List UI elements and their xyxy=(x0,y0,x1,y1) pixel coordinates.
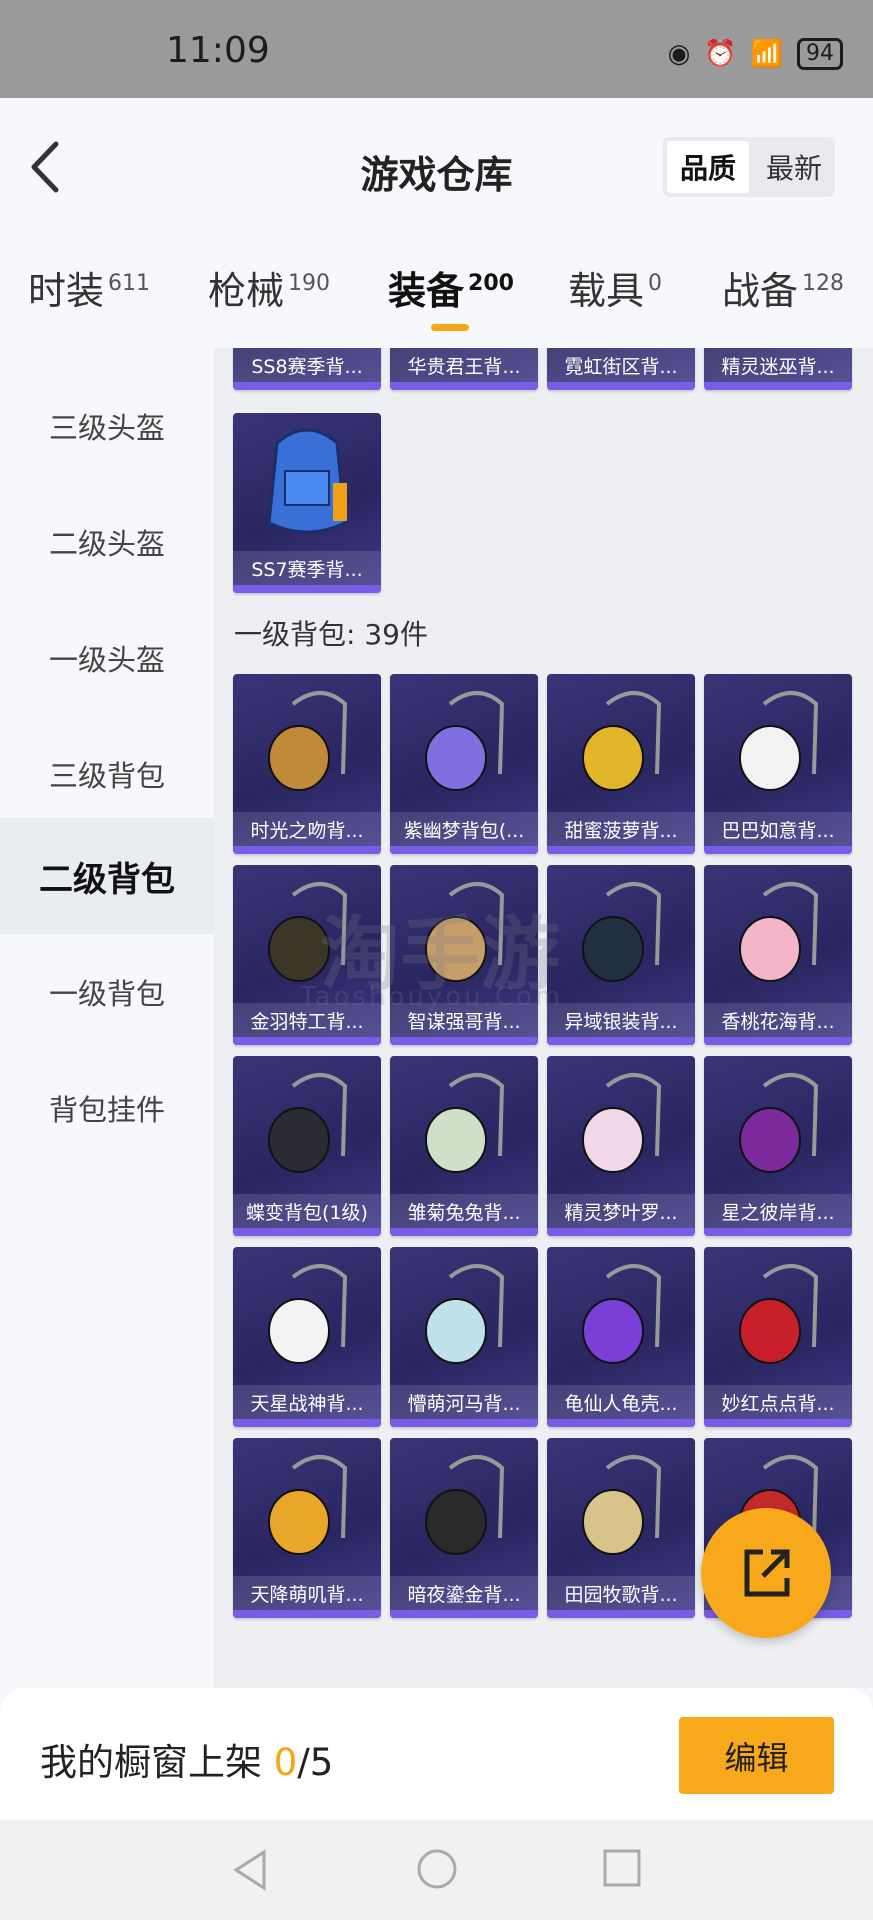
tab-vehicles[interactable]: 载具 0 xyxy=(568,260,662,315)
sidebar-item-helmet-lv2[interactable]: 二级头盔 xyxy=(0,484,214,600)
backpack-image xyxy=(582,691,662,791)
item-card[interactable]: 妙红点点背... xyxy=(704,1247,852,1427)
item-card[interactable]: 精灵梦叶罗... xyxy=(547,1056,695,1236)
item-name: 暗夜鎏金背... xyxy=(390,1576,538,1610)
item-grid: SS8赛季背... 华贵君王背... 霓虹街区背... 精灵迷巫背... SS7… xyxy=(214,348,873,1688)
item-card[interactable]: SS7赛季背... xyxy=(233,413,381,593)
item-name: 异域银装背... xyxy=(547,1003,695,1037)
backpack-image xyxy=(425,691,505,791)
item-card[interactable]: 田园牧歌背... xyxy=(547,1438,695,1618)
item-name: 精灵梦叶罗... xyxy=(547,1194,695,1228)
item-name: 华贵君王背... xyxy=(390,348,538,382)
item-card[interactable]: 蝶变背包(1级) xyxy=(233,1056,381,1236)
item-card[interactable]: 香桃花海背... xyxy=(704,865,852,1045)
item-card[interactable]: 异域银装背... xyxy=(547,865,695,1045)
item-name: 巴巴如意背... xyxy=(704,812,852,846)
item-name: SS8赛季背... xyxy=(233,348,381,382)
nav-recents-icon[interactable] xyxy=(602,1848,642,1888)
backpack-image xyxy=(582,882,662,982)
item-card[interactable]: 雏菊兔兔背... xyxy=(390,1056,538,1236)
item-name: 田园牧歌背... xyxy=(547,1576,695,1610)
item-card[interactable]: 龟仙人龟壳... xyxy=(547,1247,695,1427)
item-name: 星之彼岸背... xyxy=(704,1194,852,1228)
item-name: 甜蜜菠萝背... xyxy=(547,812,695,846)
sidebar-item-helmet-lv3[interactable]: 三级头盔 xyxy=(0,368,214,484)
wifi-icon: 📶 xyxy=(750,39,783,69)
item-name: 天降萌叽背... xyxy=(233,1576,381,1610)
item-name: 霓虹街区背... xyxy=(547,348,695,382)
item-name: 精灵迷巫背... xyxy=(704,348,852,382)
backpack-image xyxy=(582,1073,662,1173)
backpack-image xyxy=(425,1455,505,1555)
showcase-status: 我的橱窗上架 0/5 xyxy=(40,1741,334,1784)
sort-toggle: 品质 最新 xyxy=(663,137,835,197)
tab-fashion[interactable]: 时装 611 xyxy=(28,260,150,315)
system-nav-bar xyxy=(0,1820,873,1920)
item-name: 蝶变背包(1级) xyxy=(233,1194,381,1228)
share-fab[interactable] xyxy=(701,1508,831,1638)
sort-quality-button[interactable]: 品质 xyxy=(667,141,749,193)
item-card[interactable]: 甜蜜菠萝背... xyxy=(547,674,695,854)
item-card[interactable]: 星之彼岸背... xyxy=(704,1056,852,1236)
sidebar: 三级头盔 二级头盔 一级头盔 三级背包 二级背包 一级背包 背包挂件 xyxy=(0,348,214,1688)
backpack-image xyxy=(739,691,819,791)
item-name: 懵萌河马背... xyxy=(390,1385,538,1419)
item-name: 妙红点点背... xyxy=(704,1385,852,1419)
backpack-image xyxy=(267,428,347,534)
item-name: 时光之吻背... xyxy=(233,812,381,846)
backpack-image xyxy=(582,1455,662,1555)
item-card[interactable]: 天降萌叽背... xyxy=(233,1438,381,1618)
backpack-image xyxy=(425,1073,505,1173)
item-name: 天星战神背... xyxy=(233,1385,381,1419)
item-name: 雏菊兔兔背... xyxy=(390,1194,538,1228)
backpack-image xyxy=(268,691,348,791)
item-name: 紫幽梦背包(... xyxy=(390,812,538,846)
item-name: SS7赛季背... xyxy=(233,551,381,585)
backpack-image xyxy=(268,1455,348,1555)
item-card[interactable]: 天星战神背... xyxy=(233,1247,381,1427)
item-card[interactable]: 时光之吻背... xyxy=(233,674,381,854)
tab-supplies[interactable]: 战备 128 xyxy=(722,260,844,315)
item-card[interactable]: 暗夜鎏金背... xyxy=(390,1438,538,1618)
clock: 11:09 xyxy=(166,30,270,71)
item-card[interactable]: 紫幽梦背包(... xyxy=(390,674,538,854)
nav-home-icon[interactable] xyxy=(416,1848,458,1890)
backpack-image xyxy=(739,1264,819,1364)
section-title: 一级背包: 39件 xyxy=(234,618,428,651)
nav-back-icon[interactable] xyxy=(230,1848,270,1892)
item-name: 香桃花海背... xyxy=(704,1003,852,1037)
sidebar-item-backpack-charm[interactable]: 背包挂件 xyxy=(0,1050,214,1166)
item-card[interactable]: 霓虹街区背... xyxy=(547,348,695,390)
eye-icon: ◉ xyxy=(667,39,691,69)
backpack-image xyxy=(582,1264,662,1364)
sidebar-item-backpack-lv1[interactable]: 一级背包 xyxy=(0,934,214,1050)
sidebar-item-backpack-lv2[interactable]: 二级背包 xyxy=(0,818,214,934)
backpack-image xyxy=(268,1264,348,1364)
status-bar: 11:09 ◉ ⏰ 📶 94 xyxy=(0,0,873,98)
backpack-image xyxy=(739,882,819,982)
active-tab-indicator xyxy=(431,324,469,331)
backpack-image xyxy=(268,1073,348,1173)
showcase-footer: 我的橱窗上架 0/5 编辑 xyxy=(0,1688,873,1820)
backpack-image xyxy=(739,1073,819,1173)
share-icon xyxy=(744,1549,790,1597)
sidebar-item-helmet-lv1[interactable]: 一级头盔 xyxy=(0,600,214,716)
edit-button[interactable]: 编辑 xyxy=(679,1717,834,1794)
alarm-icon: ⏰ xyxy=(704,39,737,69)
item-card[interactable]: 精灵迷巫背... xyxy=(704,348,852,390)
item-card[interactable]: 巴巴如意背... xyxy=(704,674,852,854)
backpack-image xyxy=(425,1264,505,1364)
tab-equipment[interactable]: 装备 200 xyxy=(388,260,514,315)
battery-icon: 94 xyxy=(797,38,843,70)
sort-newest-button[interactable]: 最新 xyxy=(753,137,835,197)
item-card[interactable]: SS8赛季背... xyxy=(233,348,381,390)
item-card[interactable]: 华贵君王背... xyxy=(390,348,538,390)
sidebar-item-backpack-lv3[interactable]: 三级背包 xyxy=(0,716,214,832)
item-name: 龟仙人龟壳... xyxy=(547,1385,695,1419)
item-card[interactable]: 懵萌河马背... xyxy=(390,1247,538,1427)
watermark-url: Taoshouyou.Com xyxy=(300,982,564,1012)
tab-weapons[interactable]: 枪械 190 xyxy=(208,260,330,315)
